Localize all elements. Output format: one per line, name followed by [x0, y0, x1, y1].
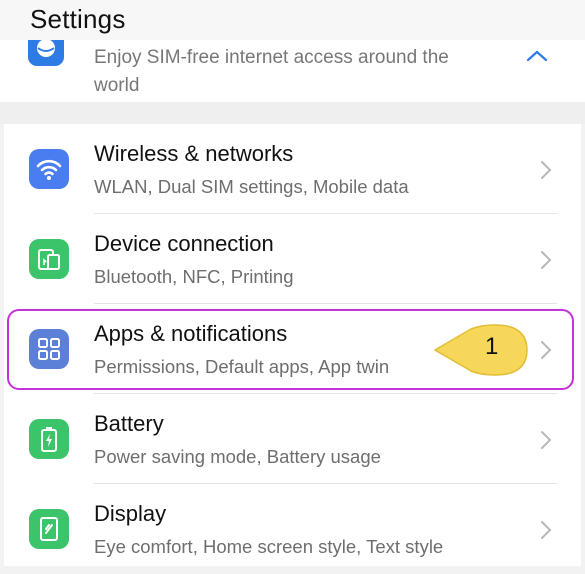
settings-item-display[interactable]: Display Eye comfort, Home screen style, … [4, 484, 581, 574]
settings-item-label: Device connection [94, 231, 274, 256]
settings-item-subtitle: Bluetooth, NFC, Printing [94, 266, 294, 287]
page-title: Settings [30, 4, 126, 34]
chevron-right-icon [541, 521, 552, 539]
globe-icon [28, 40, 64, 66]
chevron-right-icon [541, 431, 552, 449]
settings-item-subtitle: Power saving mode, Battery usage [94, 446, 381, 467]
settings-item-battery[interactable]: Battery Power saving mode, Battery usage [4, 394, 581, 484]
settings-item-subtitle: WLAN, Dual SIM settings, Mobile data [94, 176, 409, 197]
section-gap [0, 102, 585, 124]
step-number: 1 [485, 333, 499, 360]
sim-free-banner[interactable]: Enjoy SIM-free internet access around th… [0, 40, 585, 102]
apps-grid-icon [29, 329, 69, 369]
settings-item-subtitle: Permissions, Default apps, App twin [94, 356, 390, 377]
chevron-right-icon [541, 251, 552, 269]
settings-item-wireless-networks[interactable]: Wireless & networks WLAN, Dual SIM setti… [4, 124, 581, 214]
callout-arrow-shape [433, 324, 528, 376]
settings-item-subtitle: Eye comfort, Home screen style, Text sty… [94, 536, 444, 557]
chevron-up-icon[interactable] [525, 46, 549, 66]
settings-item-label: Display [94, 501, 167, 526]
settings-item-device-connection[interactable]: Device connection Bluetooth, NFC, Printi… [4, 214, 581, 304]
device-connection-icon [29, 239, 69, 279]
chevron-right-icon [541, 161, 552, 179]
wifi-icon [29, 149, 69, 189]
settings-item-label: Apps & notifications [94, 321, 288, 346]
display-icon [29, 509, 69, 549]
chevron-right-icon [541, 341, 552, 359]
settings-item-label: Battery [94, 411, 164, 436]
battery-icon [29, 419, 69, 459]
banner-text: Enjoy SIM-free internet access around th… [94, 47, 449, 96]
step-callout: 1 [433, 323, 533, 377]
settings-item-label: Wireless & networks [94, 141, 294, 166]
